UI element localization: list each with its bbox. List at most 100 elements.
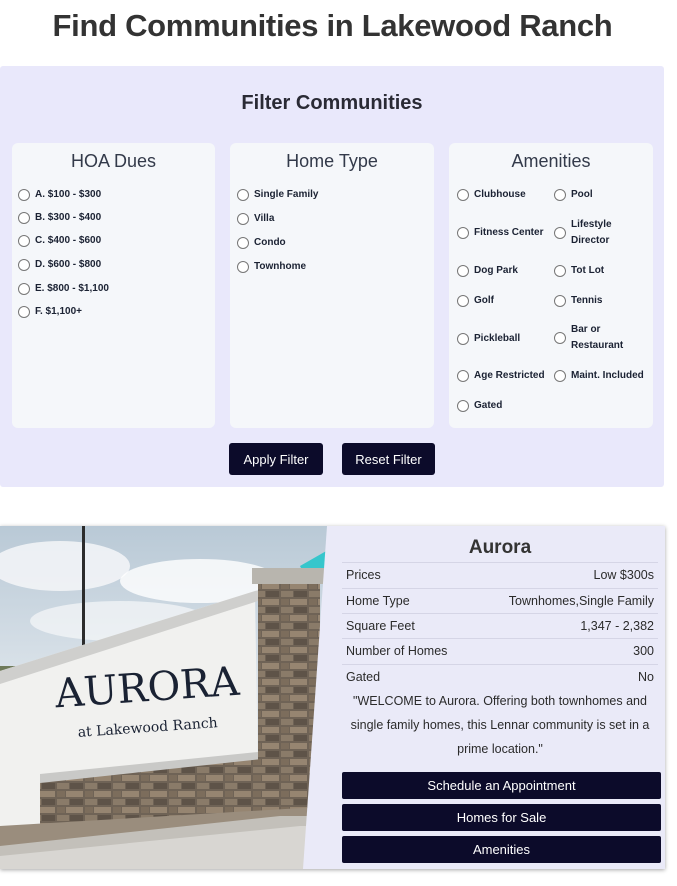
radio-button[interactable] xyxy=(457,227,469,239)
option-label: D. $600 - $800 xyxy=(35,259,102,270)
radio-button[interactable] xyxy=(457,400,469,412)
radio-button[interactable] xyxy=(554,265,566,277)
hoa-dues-title: HOA Dues xyxy=(70,151,157,171)
option-label: Fitness Center xyxy=(474,227,544,238)
reset-filter-button[interactable]: Reset Filter xyxy=(342,443,435,475)
amenity-option-pool[interactable]: Pool xyxy=(554,187,593,203)
radio-button[interactable] xyxy=(18,212,30,224)
hoa-dues-card: HOA Dues A. $100 - $300 B. $300 - $400 C… xyxy=(12,143,215,428)
radio-button[interactable] xyxy=(554,295,566,307)
filter-panel: Filter Communities HOA Dues A. $100 - $3… xyxy=(0,66,664,487)
community-name: Aurora xyxy=(468,537,532,558)
option-label-line: Bar or xyxy=(571,324,601,335)
amenity-option-maint-included[interactable]: Maint. Included xyxy=(554,368,644,384)
option-label: Maint. Included xyxy=(571,370,644,381)
schedule-appointment-button[interactable]: Schedule an Appointment xyxy=(342,772,661,799)
option-label: Bar or Restaurant xyxy=(571,322,623,354)
community-description: "WELCOME to Aurora. Offering both townho… xyxy=(342,689,658,761)
row-value: Townhomes,Single Family xyxy=(508,594,654,608)
community-info: Aurora Prices Low $300s Home Type Townho… xyxy=(342,526,661,869)
radio-button[interactable] xyxy=(237,213,249,225)
option-label: Lifestyle Director xyxy=(571,217,612,249)
row-label: Gated xyxy=(346,670,381,684)
radio-button[interactable] xyxy=(457,370,469,382)
radio-button[interactable] xyxy=(18,189,30,201)
amenity-option-clubhouse[interactable]: Clubhouse xyxy=(457,187,526,203)
info-row-prices: Prices Low $300s xyxy=(342,562,658,587)
option-label: F. $1,100+ xyxy=(35,306,82,317)
amenity-option-lifestyle-director[interactable]: Lifestyle Director xyxy=(554,217,612,249)
radio-button[interactable] xyxy=(18,235,30,247)
info-row-gated: Gated No xyxy=(342,664,658,689)
option-label: Villa xyxy=(254,213,275,224)
description-line: "WELCOME to Aurora. Offering both townho… xyxy=(353,694,647,708)
community-photo: AURORA at Lakewood Ranch xyxy=(0,526,335,869)
radio-button[interactable] xyxy=(554,227,566,239)
amenity-option-tennis[interactable]: Tennis xyxy=(554,293,602,309)
option-label: E. $800 - $1,100 xyxy=(35,283,109,294)
radio-button[interactable] xyxy=(457,189,469,201)
page-title: Find Communities in Lakewood Ranch xyxy=(52,8,613,43)
filter-title: Filter Communities xyxy=(241,92,423,114)
info-row-square-feet: Square Feet 1,347 - 2,382 xyxy=(342,613,658,638)
hoa-option-e[interactable]: E. $800 - $1,100 xyxy=(18,281,109,297)
row-value: Low $300s xyxy=(593,568,654,582)
description-line: prime location." xyxy=(457,742,543,756)
amenities-button[interactable]: Amenities xyxy=(342,836,661,863)
description-line: single family homes, this Lennar communi… xyxy=(350,718,650,732)
amenity-option-bar-or-restaurant[interactable]: Bar or Restaurant xyxy=(554,322,623,354)
amenity-option-tot-lot[interactable]: Tot Lot xyxy=(554,263,604,279)
radio-button[interactable] xyxy=(18,259,30,271)
row-label: Square Feet xyxy=(346,619,415,633)
amenity-option-pickleball[interactable]: Pickleball xyxy=(457,331,520,347)
option-label: C. $400 - $600 xyxy=(35,235,102,246)
row-value: 1,347 - 2,382 xyxy=(580,619,654,633)
hoa-option-d[interactable]: D. $600 - $800 xyxy=(18,257,101,273)
option-label: Tot Lot xyxy=(571,265,605,276)
radio-button[interactable] xyxy=(237,237,249,249)
hoa-option-a[interactable]: A. $100 - $300 xyxy=(18,187,101,203)
radio-button[interactable] xyxy=(457,295,469,307)
radio-button[interactable] xyxy=(554,189,566,201)
row-label: Number of Homes xyxy=(346,644,448,658)
amenities-title: Amenities xyxy=(511,151,591,171)
home-type-card: Home Type Single Family Villa Condo Town… xyxy=(230,143,434,428)
option-label: Condo xyxy=(254,237,286,248)
radio-button[interactable] xyxy=(237,189,249,201)
option-label: Tennis xyxy=(571,295,603,306)
radio-button[interactable] xyxy=(18,283,30,295)
row-value: 300 xyxy=(633,644,654,658)
row-value: No xyxy=(638,670,654,684)
homes-for-sale-button[interactable]: Homes for Sale xyxy=(342,804,661,831)
radio-button[interactable] xyxy=(554,332,566,344)
option-label: Dog Park xyxy=(474,265,518,276)
apply-filter-button[interactable]: Apply Filter xyxy=(229,443,323,475)
option-label: Pickleball xyxy=(474,333,521,344)
radio-button[interactable] xyxy=(237,261,249,273)
home-type-option-villa[interactable]: Villa xyxy=(237,211,274,227)
home-type-option-condo[interactable]: Condo xyxy=(237,235,286,251)
amenity-option-dog-park[interactable]: Dog Park xyxy=(457,263,518,279)
amenity-option-gated[interactable]: Gated xyxy=(457,398,502,414)
amenity-option-age-restricted[interactable]: Age Restricted xyxy=(457,368,545,384)
option-label: Golf xyxy=(474,295,494,306)
amenity-option-fitness-center[interactable]: Fitness Center xyxy=(457,225,543,241)
option-label: Townhome xyxy=(254,261,307,272)
hoa-option-b[interactable]: B. $300 - $400 xyxy=(18,210,101,226)
home-type-title: Home Type xyxy=(286,151,378,171)
radio-button[interactable] xyxy=(554,370,566,382)
option-label-line: Restaurant xyxy=(571,340,624,351)
option-label: Age Restricted xyxy=(474,370,545,381)
home-type-option-townhome[interactable]: Townhome xyxy=(237,259,306,275)
radio-button[interactable] xyxy=(18,306,30,318)
amenity-option-golf[interactable]: Golf xyxy=(457,293,494,309)
amenities-card: Amenities Clubhouse Pool Fitness Center … xyxy=(449,143,653,428)
home-type-option-single-family[interactable]: Single Family xyxy=(237,187,318,203)
option-label: A. $100 - $300 xyxy=(35,189,102,200)
hoa-option-c[interactable]: C. $400 - $600 xyxy=(18,233,101,249)
radio-button[interactable] xyxy=(457,333,469,345)
option-label: Single Family xyxy=(254,189,319,200)
info-row-number-of-homes: Number of Homes 300 xyxy=(342,638,658,663)
hoa-option-f[interactable]: F. $1,100+ xyxy=(18,304,82,320)
radio-button[interactable] xyxy=(457,265,469,277)
